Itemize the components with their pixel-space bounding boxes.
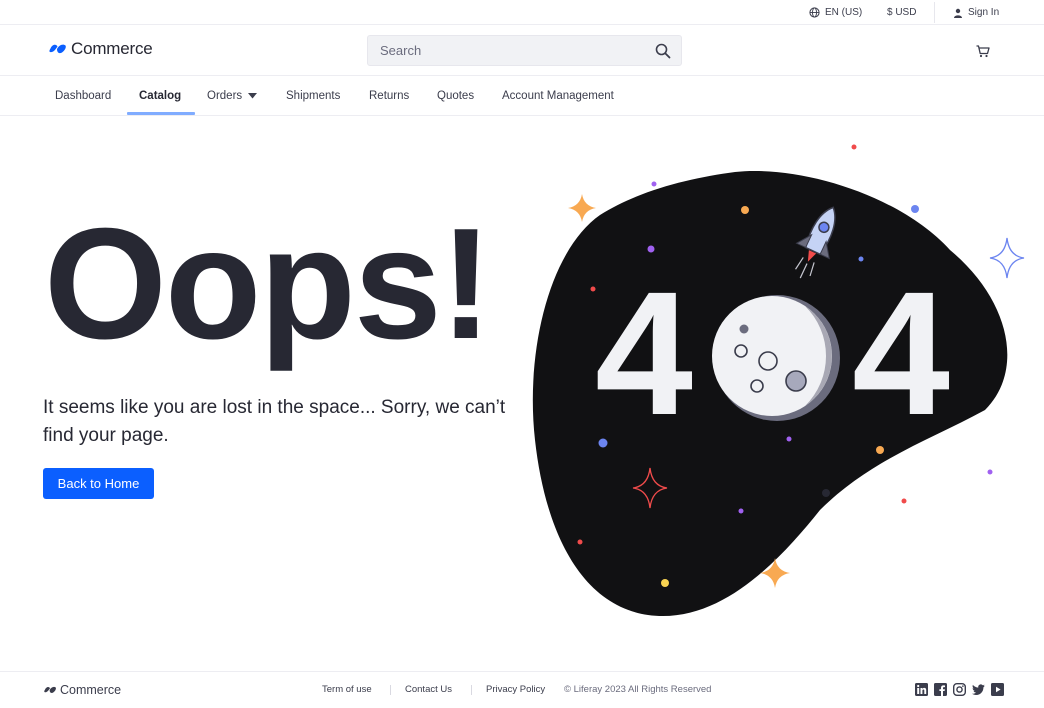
search-icon[interactable] (655, 43, 671, 59)
search-box (367, 35, 682, 66)
language-selector[interactable]: EN (US) (809, 0, 862, 25)
nav-item-label: Orders (207, 90, 243, 102)
divider (934, 2, 935, 23)
nav-item-dashboard[interactable]: Dashboard (55, 76, 111, 116)
brand-logo[interactable]: Commerce (48, 39, 153, 59)
nav-item-label: Shipments (286, 90, 341, 102)
cart-icon[interactable] (975, 43, 991, 59)
nav-item-label: Dashboard (55, 90, 112, 102)
footer-brand-logo[interactable]: Commerce (43, 683, 121, 697)
star-orange-icon (568, 194, 596, 222)
twitter-icon[interactable] (972, 683, 985, 696)
facebook-icon[interactable] (934, 683, 947, 696)
main-nav: Dashboard Catalog Orders Shipments Retur… (0, 76, 1044, 116)
nav-item-label: Catalog (139, 90, 182, 102)
utility-bar: EN (US) $ USD Sign In (0, 0, 1044, 25)
footer-link-terms[interactable]: Term of use (322, 684, 372, 695)
currency-selector[interactable]: $ USD (887, 0, 916, 25)
active-tab-indicator (127, 112, 195, 115)
nav-item-returns[interactable]: Returns (369, 76, 409, 116)
space-404-illustration: 4 4 (532, 144, 1025, 617)
star-blue-icon (989, 237, 1025, 279)
error-digit-right: 4 (852, 256, 950, 452)
nav-item-label: Quotes (437, 90, 475, 102)
footer-brand-name: Commerce (60, 683, 122, 697)
footer-copyright: © Liferay 2023 All Rights Reserved (564, 684, 712, 695)
commerce-logo-icon (44, 686, 56, 693)
error-message: It seems like you are lost in the space.… (43, 397, 506, 446)
user-icon (954, 8, 962, 18)
globe-icon (809, 7, 820, 18)
nav-item-catalog[interactable]: Catalog (139, 76, 181, 116)
error-headline: Oops! (44, 196, 492, 372)
divider (390, 685, 391, 695)
footer-link-privacy[interactable]: Privacy Policy (486, 684, 545, 695)
instagram-icon[interactable] (953, 683, 966, 696)
commerce-logo-icon (49, 44, 66, 54)
brand-name: Commerce (71, 39, 153, 58)
footer-link-contact[interactable]: Contact Us (405, 684, 452, 695)
divider (471, 685, 472, 695)
nav-item-label: Returns (369, 90, 410, 102)
language-label: EN (US) (825, 7, 863, 18)
error-digit-left: 4 (595, 256, 693, 452)
nav-item-orders[interactable]: Orders (207, 76, 258, 116)
linkedin-icon[interactable] (915, 683, 928, 696)
nav-item-shipments[interactable]: Shipments (286, 76, 340, 116)
youtube-icon[interactable] (991, 683, 1004, 696)
currency-label: $ USD (887, 7, 917, 18)
nav-item-quotes[interactable]: Quotes (437, 76, 474, 116)
caret-down-icon (248, 93, 258, 99)
site-header: Commerce (0, 25, 1044, 76)
search-input[interactable] (368, 36, 648, 65)
nav-item-account-management[interactable]: Account Management (502, 76, 614, 116)
site-footer: Commerce Term of use Contact Us Privacy … (0, 671, 1044, 708)
back-to-home-button[interactable]: Back to Home (43, 468, 154, 499)
sign-in-label: Sign In (968, 7, 1000, 18)
sign-in-link[interactable]: Sign In (953, 0, 999, 25)
nav-item-label: Account Management (502, 90, 614, 102)
